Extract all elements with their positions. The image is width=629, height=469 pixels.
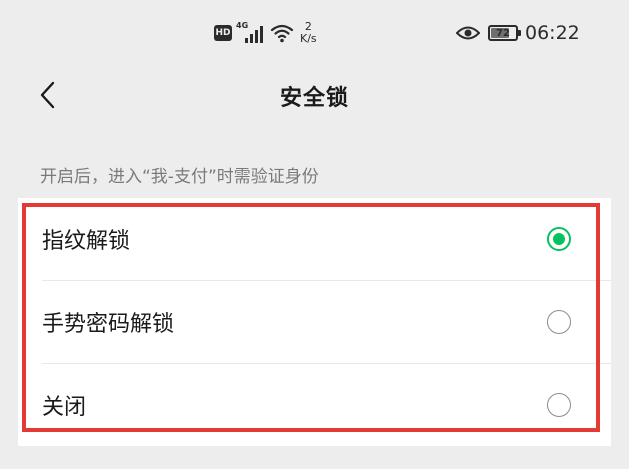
status-right-group: 72 06:22 — [456, 16, 580, 50]
option-label: 关闭 — [42, 395, 87, 420]
network-speed: 2 K/s — [300, 21, 317, 45]
nav-bar: 安全锁 — [0, 66, 629, 126]
hd-icon: HD — [214, 25, 232, 41]
option-label: 指纹解锁 — [42, 229, 131, 254]
radio-unselected-icon[interactable] — [547, 310, 571, 334]
option-fingerprint-unlock[interactable]: 指纹解锁 — [18, 198, 611, 280]
hd-label: HD — [215, 28, 231, 38]
option-off[interactable]: 关闭 — [18, 364, 611, 446]
option-label: 手势密码解锁 — [42, 312, 175, 337]
status-left-group: HD 4G 2 K/s — [214, 16, 317, 50]
status-time: 06:22 — [525, 22, 580, 44]
page-title: 安全锁 — [279, 86, 349, 111]
battery-level: 72 — [496, 27, 510, 39]
battery-icon: 72 — [488, 25, 521, 41]
lock-options-list: 指纹解锁 手势密码解锁 关闭 — [18, 198, 611, 446]
signal-icon: 4G — [236, 21, 264, 43]
radio-selected-icon[interactable] — [547, 227, 571, 251]
eye-icon — [456, 26, 480, 40]
status-bar: HD 4G 2 K/s 72 06:22 — [0, 0, 629, 66]
option-gesture-password-unlock[interactable]: 手势密码解锁 — [18, 281, 611, 363]
speed-unit: K/s — [300, 32, 317, 45]
signal-bars — [245, 26, 263, 43]
hint-text: 开启后，进入“我-支付”时需验证身份 — [40, 167, 319, 187]
wifi-icon — [270, 24, 294, 43]
radio-unselected-icon[interactable] — [547, 393, 571, 417]
